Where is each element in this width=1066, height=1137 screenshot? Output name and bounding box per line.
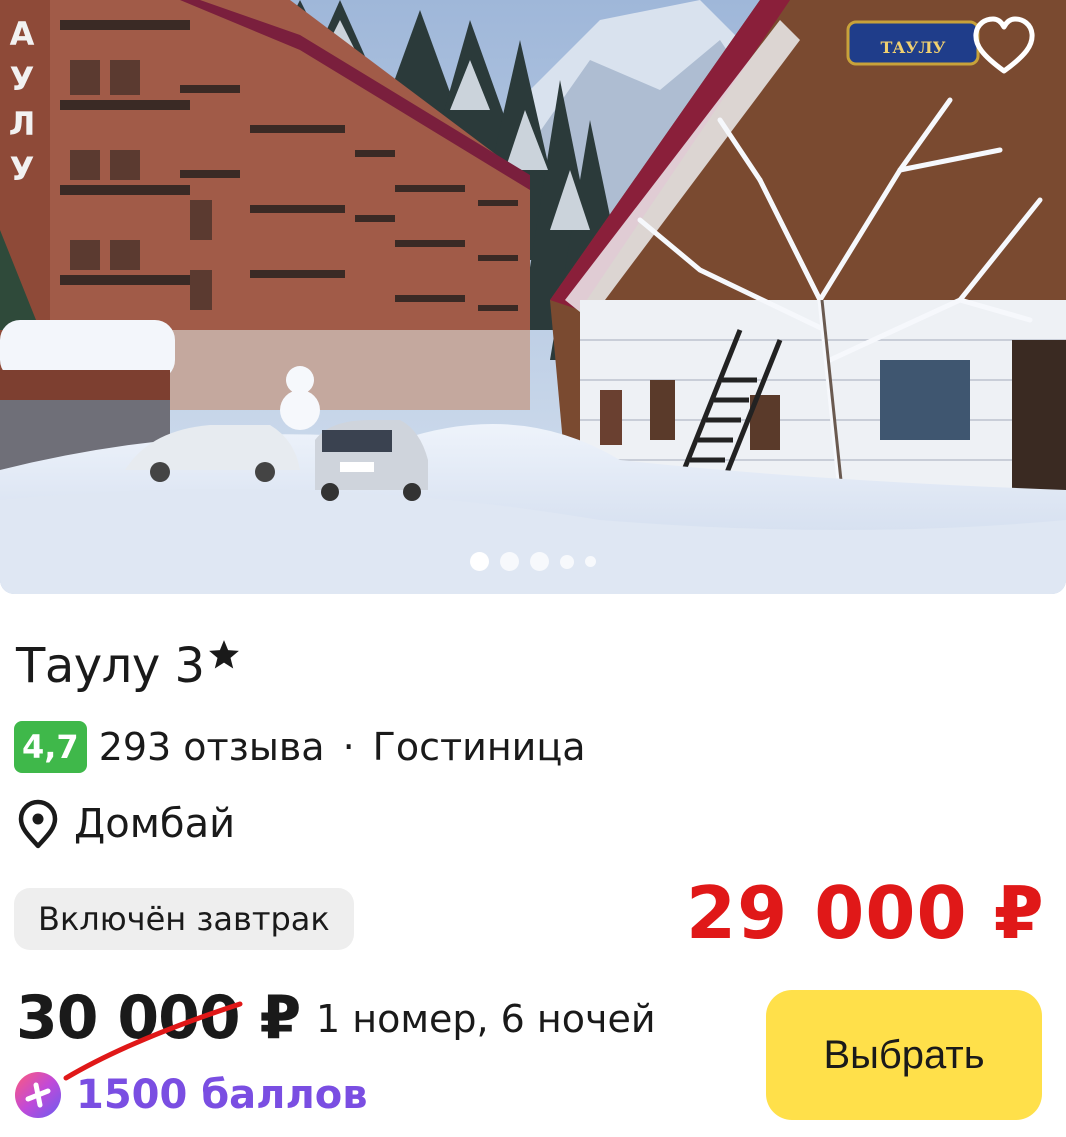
gallery-pagination[interactable] — [0, 552, 1066, 571]
rating-badge: 4,7 — [14, 721, 87, 773]
points-amount: 1500 баллов — [76, 1072, 368, 1118]
gallery-dot[interactable] — [470, 552, 489, 571]
breakfast-badge: Включён завтрак — [14, 888, 354, 950]
hotel-photo[interactable]: А У Л У ТАУЛУ — [0, 0, 1066, 594]
sign-letter: Л — [9, 105, 36, 143]
hotel-type: Гостиница — [372, 725, 586, 769]
sign-letter: У — [10, 60, 35, 98]
stay-details: 1 номер, 6 ночей — [316, 997, 656, 1041]
gallery-dot[interactable] — [560, 554, 574, 569]
gallery-dot[interactable] — [585, 556, 596, 567]
plus-points-icon — [15, 1072, 61, 1118]
hotel-meta-row: 4,7 293 отзыва · Гостиница — [14, 720, 586, 774]
building-sign: ТАУЛУ — [880, 38, 945, 57]
sign-letter: У — [10, 150, 35, 188]
car-right — [315, 420, 428, 501]
sign-letter: А — [10, 15, 35, 53]
points-row: 1500 баллов — [14, 1068, 368, 1122]
meta-separator: · — [342, 725, 355, 769]
location-row[interactable]: Домбай — [16, 796, 235, 852]
select-button[interactable]: Выбрать — [766, 990, 1042, 1120]
hotel-title-row: Таулу 3 — [16, 638, 241, 696]
map-pin-icon — [18, 799, 58, 849]
new-price: 29 000 ₽ — [686, 871, 1045, 955]
location-name: Домбай — [74, 801, 236, 847]
heart-outline-icon — [973, 16, 1035, 74]
hotel-name[interactable]: Таулу 3 — [16, 638, 205, 696]
gallery-dot[interactable] — [500, 552, 519, 571]
gallery-dot[interactable] — [530, 552, 549, 571]
hotel-photo-illustration: А У Л У ТАУЛУ — [0, 0, 1066, 594]
favorite-button[interactable] — [972, 15, 1036, 77]
star-icon — [208, 640, 239, 669]
reviews-link[interactable]: 293 отзыва — [99, 725, 325, 769]
